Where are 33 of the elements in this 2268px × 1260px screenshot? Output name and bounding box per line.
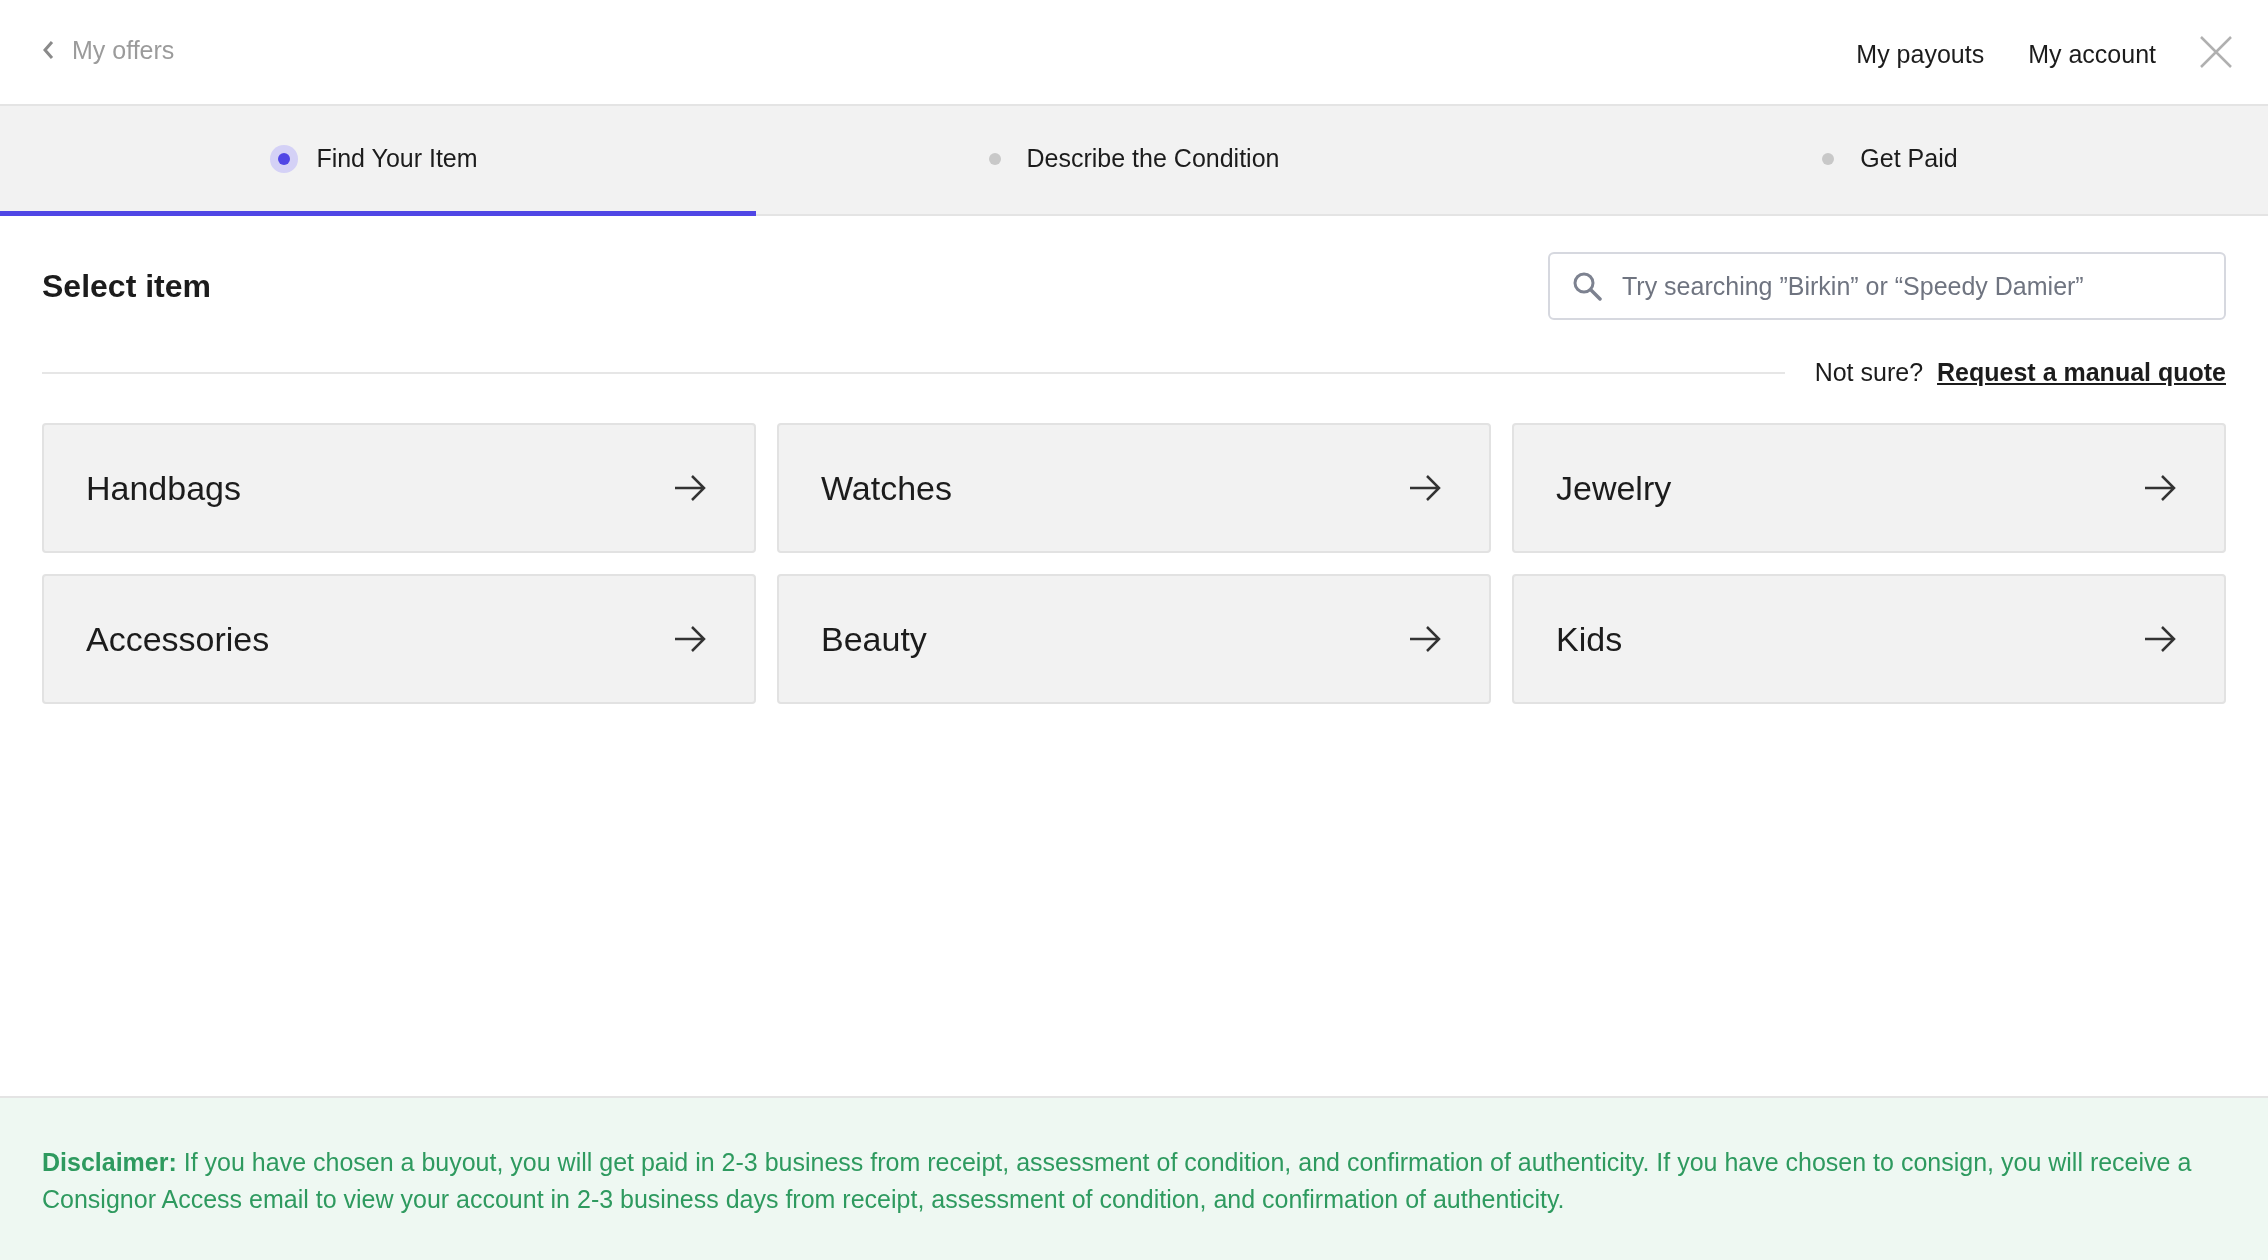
category-label: Kids (1556, 619, 1623, 659)
arrow-right-icon (2144, 625, 2176, 653)
category-label: Handbags (86, 468, 241, 508)
category-card[interactable]: Beauty (777, 574, 1491, 704)
arrow-right-icon (674, 474, 706, 502)
step-dot (1822, 152, 1835, 165)
category-card[interactable]: Accessories (42, 574, 756, 704)
nav-link[interactable]: My payouts (1856, 39, 1985, 69)
nav-link[interactable]: My account (2028, 39, 2156, 69)
category-label: Watches (821, 468, 952, 508)
category-card[interactable]: Jewelry (1512, 423, 2226, 553)
step-tab[interactable]: Get Paid (1512, 106, 2268, 216)
close-icon (2200, 36, 2232, 68)
disclaimer-text: Disclaimer: If you have chosen a buyout, you will get paid in 2-3 business from receipt, assessment of condition, and confirmation of authenticity. If you have chosen to consign, you will receive a Consignor Access email to view your account in 2-3 business days from receipt, assessment of condition, and confirmation of authenticity. (0, 1096, 2268, 1260)
search-field[interactable]: Try searching ”Birkin” or “Speedy Damier” (1548, 252, 2226, 320)
step-dot (988, 152, 1001, 165)
chevron-left-icon (42, 40, 54, 60)
category-label: Beauty (821, 619, 927, 659)
category-card[interactable]: Handbags (42, 423, 756, 553)
category-card[interactable]: Watches (777, 423, 1491, 553)
arrow-right-icon (674, 625, 706, 653)
arrow-right-icon (1409, 474, 1441, 502)
step-tab[interactable]: Find Your Item (0, 106, 756, 216)
step-tab[interactable]: Describe the Condition (756, 106, 1512, 216)
page-title: Select item (42, 267, 211, 305)
not-sure-text: Not sure? (1814, 358, 1924, 387)
category-label: Jewelry (1556, 468, 1672, 508)
category-label: Accessories (86, 619, 270, 659)
manual-quote-link[interactable]: Request a manual quote (1937, 358, 2226, 387)
category-card[interactable]: Kids (1512, 574, 2226, 704)
arrow-right-icon (1409, 625, 1441, 653)
arrow-right-icon (2144, 474, 2176, 502)
close-button[interactable] (2200, 36, 2232, 68)
